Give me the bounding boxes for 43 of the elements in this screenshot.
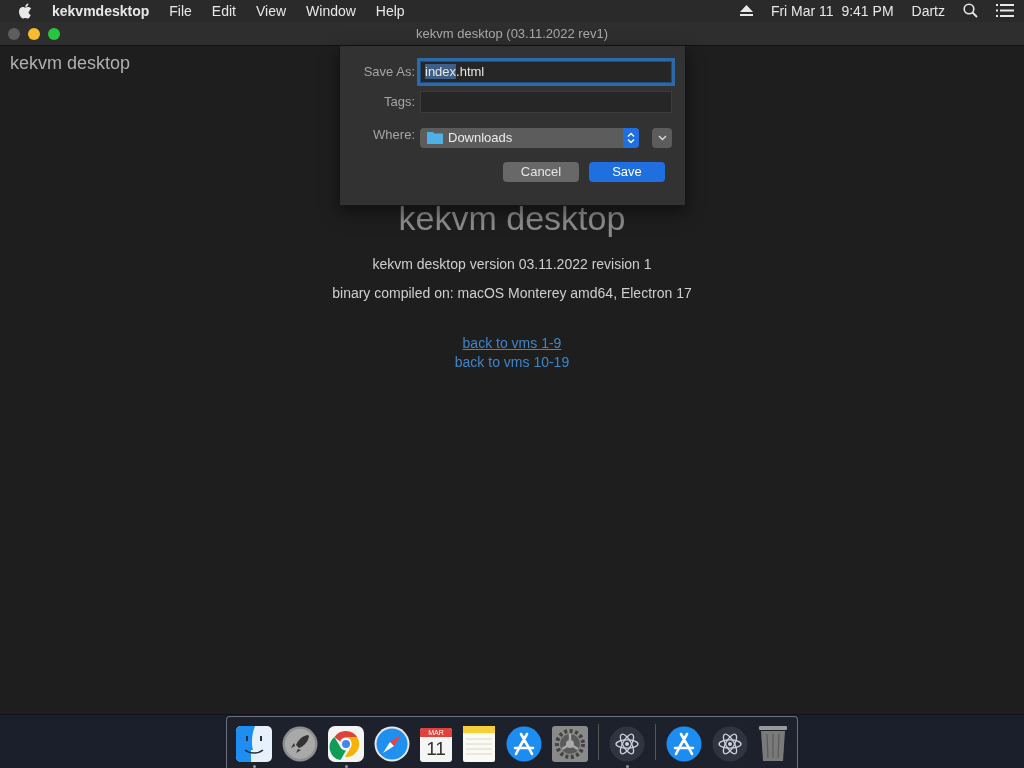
folder-icon xyxy=(427,131,443,145)
menu-item[interactable]: Edit xyxy=(211,3,236,19)
atom-icon[interactable] xyxy=(712,726,748,762)
finder-icon[interactable] xyxy=(236,726,272,762)
build-text: binary compiled on: macOS Monterey amd64, Electron 17 xyxy=(332,284,692,301)
list-icon[interactable] xyxy=(996,4,1014,18)
apple-icon[interactable] xyxy=(18,3,32,19)
notes-icon[interactable] xyxy=(462,726,496,762)
nav-link[interactable]: back to vms 10-19 xyxy=(454,353,570,370)
filename-field[interactable]: index.html xyxy=(420,60,672,83)
location-dropdown[interactable]: Downloads xyxy=(420,127,639,148)
field-label: Where: xyxy=(372,127,415,143)
compass-icon[interactable] xyxy=(374,726,410,762)
app-store-icon[interactable] xyxy=(506,726,542,762)
menu-clock[interactable]: Fri Mar 11 9:41 PM xyxy=(770,3,894,19)
search-icon[interactable] xyxy=(963,3,978,19)
stepper-icon xyxy=(627,131,635,144)
menu-item[interactable]: View xyxy=(255,3,287,19)
field-label: Tags: xyxy=(382,94,415,110)
atom-icon[interactable] xyxy=(609,726,645,762)
nav-link[interactable]: back to vms 1-9 xyxy=(462,334,562,351)
chrome-icon[interactable] xyxy=(328,726,364,762)
window-control[interactable] xyxy=(28,27,40,40)
user-name[interactable]: Dartz xyxy=(911,3,945,19)
app-menu[interactable]: kekvmdesktop xyxy=(52,3,150,19)
field-label: Save As: xyxy=(362,64,415,80)
window-control[interactable] xyxy=(48,27,60,40)
chevron-icon xyxy=(657,134,667,141)
page-heading: kekvm desktop xyxy=(398,197,626,238)
gear-icon[interactable] xyxy=(552,726,588,762)
menu-item[interactable]: Help xyxy=(375,3,405,19)
cancel-button[interactable]: Cancel xyxy=(503,161,579,182)
window-title: kekvm desktop (03.11.2022 rev1) xyxy=(416,25,608,41)
app-title: kekvm desktop xyxy=(10,52,131,74)
trash-icon[interactable] xyxy=(758,724,788,762)
expand-button[interactable] xyxy=(652,127,672,148)
menu-item[interactable]: Window xyxy=(306,3,356,19)
eject-icon[interactable] xyxy=(739,5,753,17)
menu-item[interactable]: File xyxy=(169,3,192,19)
version-text: kekvm desktop version 03.11.2022 revision 1 xyxy=(372,255,652,272)
rocket-icon[interactable] xyxy=(282,726,318,762)
app-store-icon[interactable] xyxy=(666,726,702,762)
save-button[interactable]: Save xyxy=(589,161,665,182)
